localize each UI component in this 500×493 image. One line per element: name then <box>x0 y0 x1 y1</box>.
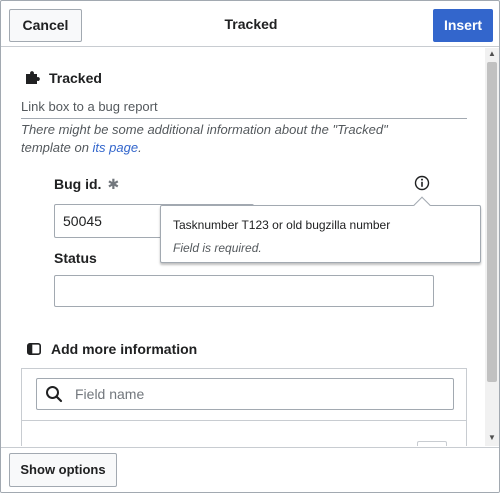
template-note-text: There might be some additional informati… <box>21 122 388 155</box>
template-note-end: . <box>138 140 142 155</box>
scroll-down-arrow-icon[interactable]: ▼ <box>487 432 497 444</box>
template-dialog: Cancel Tracked Insert Tracked Link box t… <box>0 0 500 493</box>
insert-button[interactable]: Insert <box>433 9 493 42</box>
search-placeholder: Field name <box>75 386 145 402</box>
status-label: Status <box>54 250 97 266</box>
scroll-thumb[interactable] <box>487 62 497 382</box>
dialog-title: Tracked <box>224 16 278 32</box>
field-help-popup: Tasknumber T123 or old bugzilla number F… <box>160 196 481 263</box>
template-description: Link box to a bug report <box>21 99 467 119</box>
info-icon[interactable] <box>414 175 430 191</box>
add-more-info-heading: Add more information <box>27 341 197 357</box>
field-search-panel: Field name <box>21 368 467 446</box>
popup-error: Field is required. <box>173 241 262 255</box>
popup-arrow <box>413 196 431 214</box>
bug-id-label: Bug id. ✱ <box>54 176 119 193</box>
template-title: Tracked <box>25 70 102 86</box>
field-search-input[interactable]: Field name <box>36 378 454 410</box>
template-name: Tracked <box>49 70 102 86</box>
search-icon <box>46 386 63 403</box>
required-icon: ✱ <box>107 176 120 192</box>
show-options-button[interactable]: Show options <box>9 453 117 487</box>
field-badge <box>417 441 447 446</box>
cancel-button[interactable]: Cancel <box>9 9 82 42</box>
content-scrollbar[interactable]: ▲ ▼ <box>485 48 499 446</box>
dialog-header: Cancel Tracked Insert <box>1 1 499 47</box>
popup-description: Tasknumber T123 or old bugzilla number <box>173 218 391 232</box>
dialog-content: Tracked Link box to a bug report There m… <box>1 48 485 446</box>
dialog-footer: Show options <box>1 447 499 492</box>
template-page-link[interactable]: its page <box>93 140 139 155</box>
puzzle-icon <box>26 71 40 84</box>
bug-id-label-text: Bug id. <box>54 176 102 192</box>
status-input[interactable] <box>54 275 434 307</box>
add-more-info-title: Add more information <box>51 341 198 357</box>
template-note: There might be some additional informati… <box>21 121 441 157</box>
list-divider <box>21 420 467 421</box>
panel-icon <box>27 343 41 355</box>
scroll-up-arrow-icon[interactable]: ▲ <box>487 48 497 60</box>
